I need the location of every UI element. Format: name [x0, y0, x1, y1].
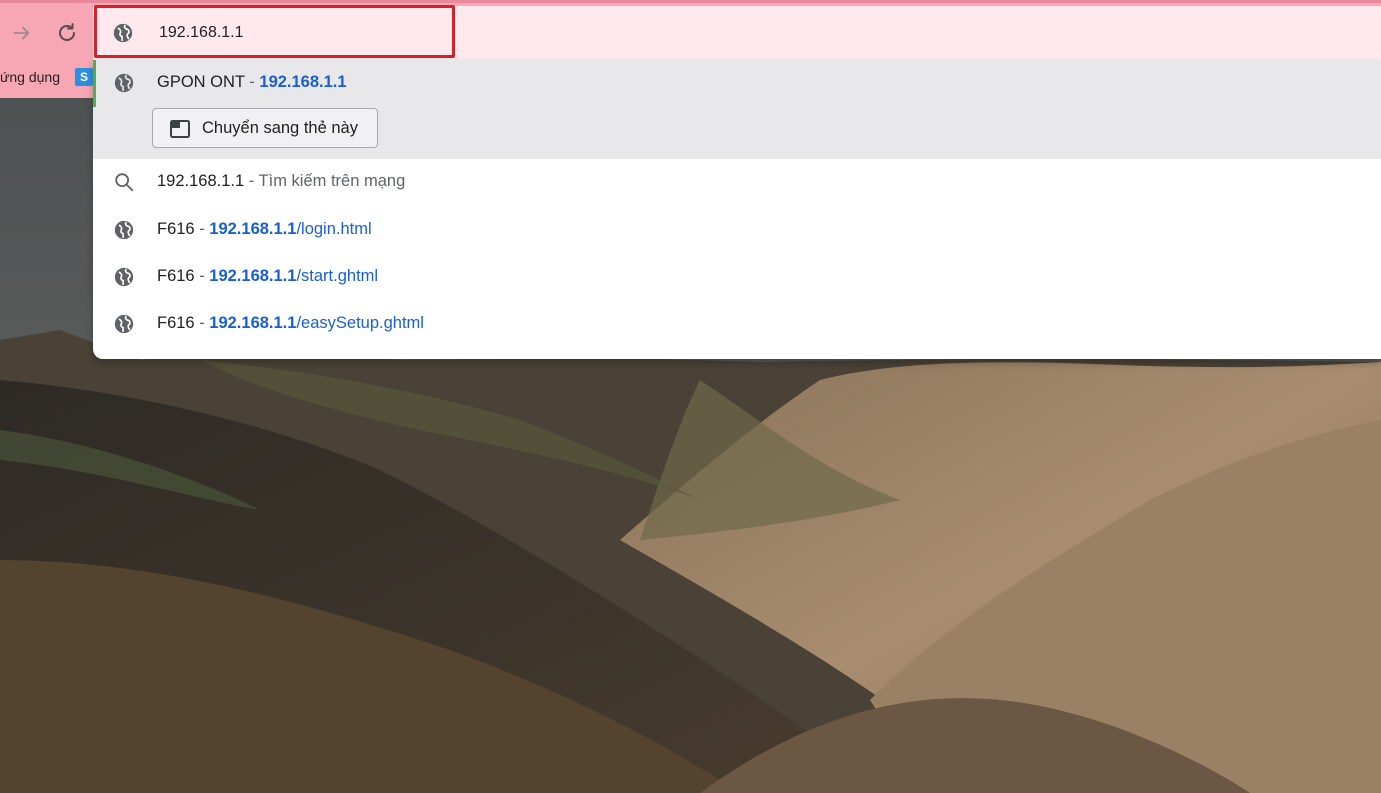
reload-icon — [59, 23, 75, 41]
suggestion-separator: - — [194, 267, 210, 285]
globe-icon — [114, 220, 134, 240]
suggestion-title: F616 — [157, 267, 195, 285]
suggestion-text: F616 - 192.168.1.1/easySetup.ghtml — [157, 314, 424, 333]
switch-to-tab-label: Chuyển sang thẻ này — [202, 119, 358, 137]
suggestion-separator: - — [244, 172, 259, 190]
suggestion-row[interactable]: F616 - 192.168.1.1/start.ghtml — [93, 254, 1381, 300]
reload-button[interactable] — [51, 17, 83, 49]
suggestion-url-match: 192.168.1.1 — [209, 314, 297, 332]
omnibox-suggestions-dropdown: GPON ONT - 192.168.1.1 Chuyển sang thẻ n… — [93, 60, 1381, 359]
suggestion-secondary: Tìm kiếm trên mạng — [258, 172, 406, 190]
suggestion-separator: - — [194, 314, 210, 332]
suggestion-separator: - — [244, 73, 260, 91]
arrow-right-icon — [13, 26, 30, 40]
suggestion-title: GPON ONT — [157, 73, 245, 91]
bookmark-favicon-icon[interactable]: S — [75, 68, 93, 86]
suggestion-text: 192.168.1.1 - Tìm kiếm trên mạng — [157, 172, 405, 191]
search-icon — [115, 173, 134, 192]
suggestion-url-rest: /start.ghtml — [296, 267, 379, 285]
suggestion-title: 192.168.1.1 — [157, 172, 245, 190]
suggestion-row[interactable]: GPON ONT - 192.168.1.1 — [93, 60, 1381, 106]
suggestion-url-rest: /easySetup.ghtml — [296, 314, 424, 332]
suggestion-url-match: 192.168.1.1 — [259, 73, 347, 91]
forward-button[interactable] — [6, 17, 38, 49]
apps-bookmark-label[interactable]: ứng dụng — [0, 69, 60, 85]
suggestion-title: F616 — [157, 220, 195, 238]
suggestion-row[interactable]: 192.168.1.1 - Tìm kiếm trên mạng — [93, 159, 1381, 205]
switch-tab-icon — [170, 120, 190, 138]
address-highlight-frame — [94, 5, 455, 58]
globe-icon — [114, 267, 134, 287]
suggestion-row[interactable]: F616 - 192.168.1.1/easySetup.ghtml — [93, 301, 1381, 347]
suggestion-row[interactable]: F616 - 192.168.1.1/login.html — [93, 207, 1381, 253]
suggestion-url-match: 192.168.1.1 — [209, 220, 297, 238]
suggestion-url-rest: /login.html — [296, 220, 372, 238]
globe-icon — [114, 73, 134, 93]
suggestion-text: GPON ONT - 192.168.1.1 — [157, 73, 347, 92]
suggestion-url-match: 192.168.1.1 — [209, 267, 297, 285]
suggestion-text: F616 - 192.168.1.1/login.html — [157, 220, 372, 239]
suggestion-separator: - — [194, 220, 210, 238]
switch-to-tab-button[interactable]: Chuyển sang thẻ này — [152, 108, 378, 148]
bookmarks-bar: ứng dụng S — [0, 58, 93, 98]
globe-icon — [114, 314, 134, 334]
suggestion-title: F616 — [157, 314, 195, 332]
suggestion-text: F616 - 192.168.1.1/start.ghtml — [157, 267, 378, 286]
